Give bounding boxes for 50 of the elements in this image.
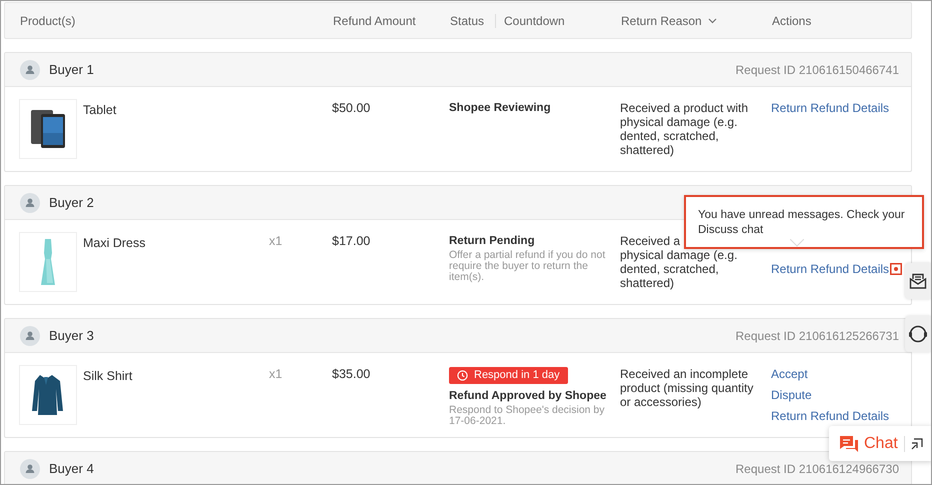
request-id: Request ID 210616150466741: [736, 62, 899, 76]
return-reason: Received a product with physical damage (e.g. dented, scratched, shattered): [620, 101, 748, 157]
product-name: Maxi Dress: [83, 236, 146, 250]
clock-icon: [457, 370, 468, 381]
column-header: Actions: [772, 14, 812, 28]
return-reason: Received a physical damage (e.g. dented, scratched, shattered): [620, 234, 738, 290]
buyer-name: Buyer 4: [49, 461, 94, 476]
column-header: Refund Amount: [333, 14, 417, 28]
support-button[interactable]: [905, 316, 931, 352]
mail-button[interactable]: [905, 263, 931, 299]
buyer-name: Buyer 1: [49, 62, 94, 77]
minimize-button[interactable]: [910, 438, 923, 450]
avatar-icon: [20, 326, 40, 346]
action-link[interactable]: Return Refund Details: [771, 101, 890, 115]
action-link[interactable]: Return Refund Details: [771, 262, 890, 276]
refund-amount: $50.00: [332, 101, 370, 115]
status-title: Shopee Reviewing: [449, 101, 551, 115]
request-id: Request ID 210616125266731: [736, 328, 899, 342]
minimize-icon: [910, 438, 923, 450]
buyer-name: Buyer 3: [49, 328, 94, 343]
headset-icon: [908, 324, 928, 344]
column-header: Product(s): [20, 14, 76, 28]
return-reason: Received an incomplete product (missing quantity or accessories): [620, 367, 754, 409]
quantity: x1: [269, 234, 282, 248]
quantity: x1: [269, 367, 282, 381]
avatar-icon: [20, 192, 40, 212]
action-link[interactable]: Accept: [771, 367, 808, 381]
product-name: Silk Shirt: [83, 369, 132, 383]
status-title: Return Pending: [449, 234, 535, 248]
countdown-badge: Respond in 1 day: [449, 367, 568, 384]
refund-amount: $17.00: [332, 234, 370, 248]
sort-dropdown[interactable]: Return Reason: [621, 14, 772, 28]
caret-icon: [708, 18, 717, 24]
column-header: Countdown: [504, 14, 566, 28]
chat-button[interactable]: Chat: [829, 434, 898, 452]
request-id: Request ID 210616124966730: [736, 462, 899, 476]
product-name: Tablet: [83, 103, 116, 117]
buyer-name: Buyer 2: [49, 195, 94, 210]
avatar-icon: [20, 60, 40, 80]
status-note: Respond to Shopee's decision by 17-06-2021.: [449, 405, 606, 427]
action-link[interactable]: Return Refund Details: [771, 409, 890, 423]
refund-amount: $35.00: [332, 367, 370, 381]
chat-icon: [839, 434, 859, 452]
column-header: Status: [450, 14, 496, 28]
tooltip-text: You have unread messages. Check your Discuss chat: [698, 209, 905, 236]
avatar-icon: [20, 458, 40, 478]
status-title: Refund Approved by Shopee: [449, 389, 606, 403]
action-link[interactable]: Dispute: [771, 388, 812, 402]
status-note: Offer a partial refund if you do not require the buyer to return the item(s).: [449, 250, 606, 283]
envelope-icon: [909, 273, 927, 289]
